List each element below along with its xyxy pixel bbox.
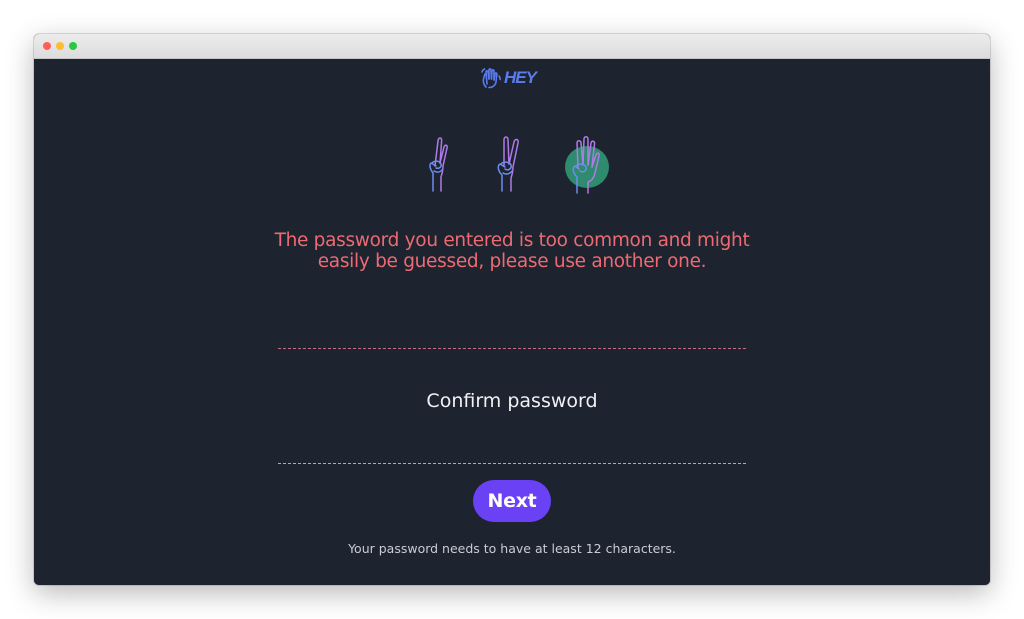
minimize-window-button[interactable] (56, 42, 64, 50)
field-bottom-divider (278, 463, 746, 464)
zoom-window-button[interactable] (69, 42, 77, 50)
waving-hand-icon (481, 68, 501, 89)
confirm-password-input[interactable] (278, 384, 746, 418)
field-top-divider (278, 348, 746, 349)
hands-illustration (417, 133, 617, 203)
logo-text: HEY (504, 68, 537, 87)
peace-hand-icon (429, 137, 448, 192)
hey-logo[interactable]: HEY (481, 65, 537, 91)
next-button[interactable]: Next (473, 480, 551, 522)
error-message: The password you entered is too common a… (274, 230, 750, 272)
page-content: HEY The password you entered is too comm… (34, 59, 990, 585)
close-window-button[interactable] (43, 42, 51, 50)
browser-window: HEY The password you entered is too comm… (34, 34, 990, 585)
window-titlebar (34, 34, 990, 59)
confirm-password-field (278, 348, 746, 464)
waving-hand-icon (565, 136, 609, 194)
peace-hand-icon (497, 136, 519, 192)
password-hint: Your password needs to have at least 12 … (348, 541, 676, 556)
